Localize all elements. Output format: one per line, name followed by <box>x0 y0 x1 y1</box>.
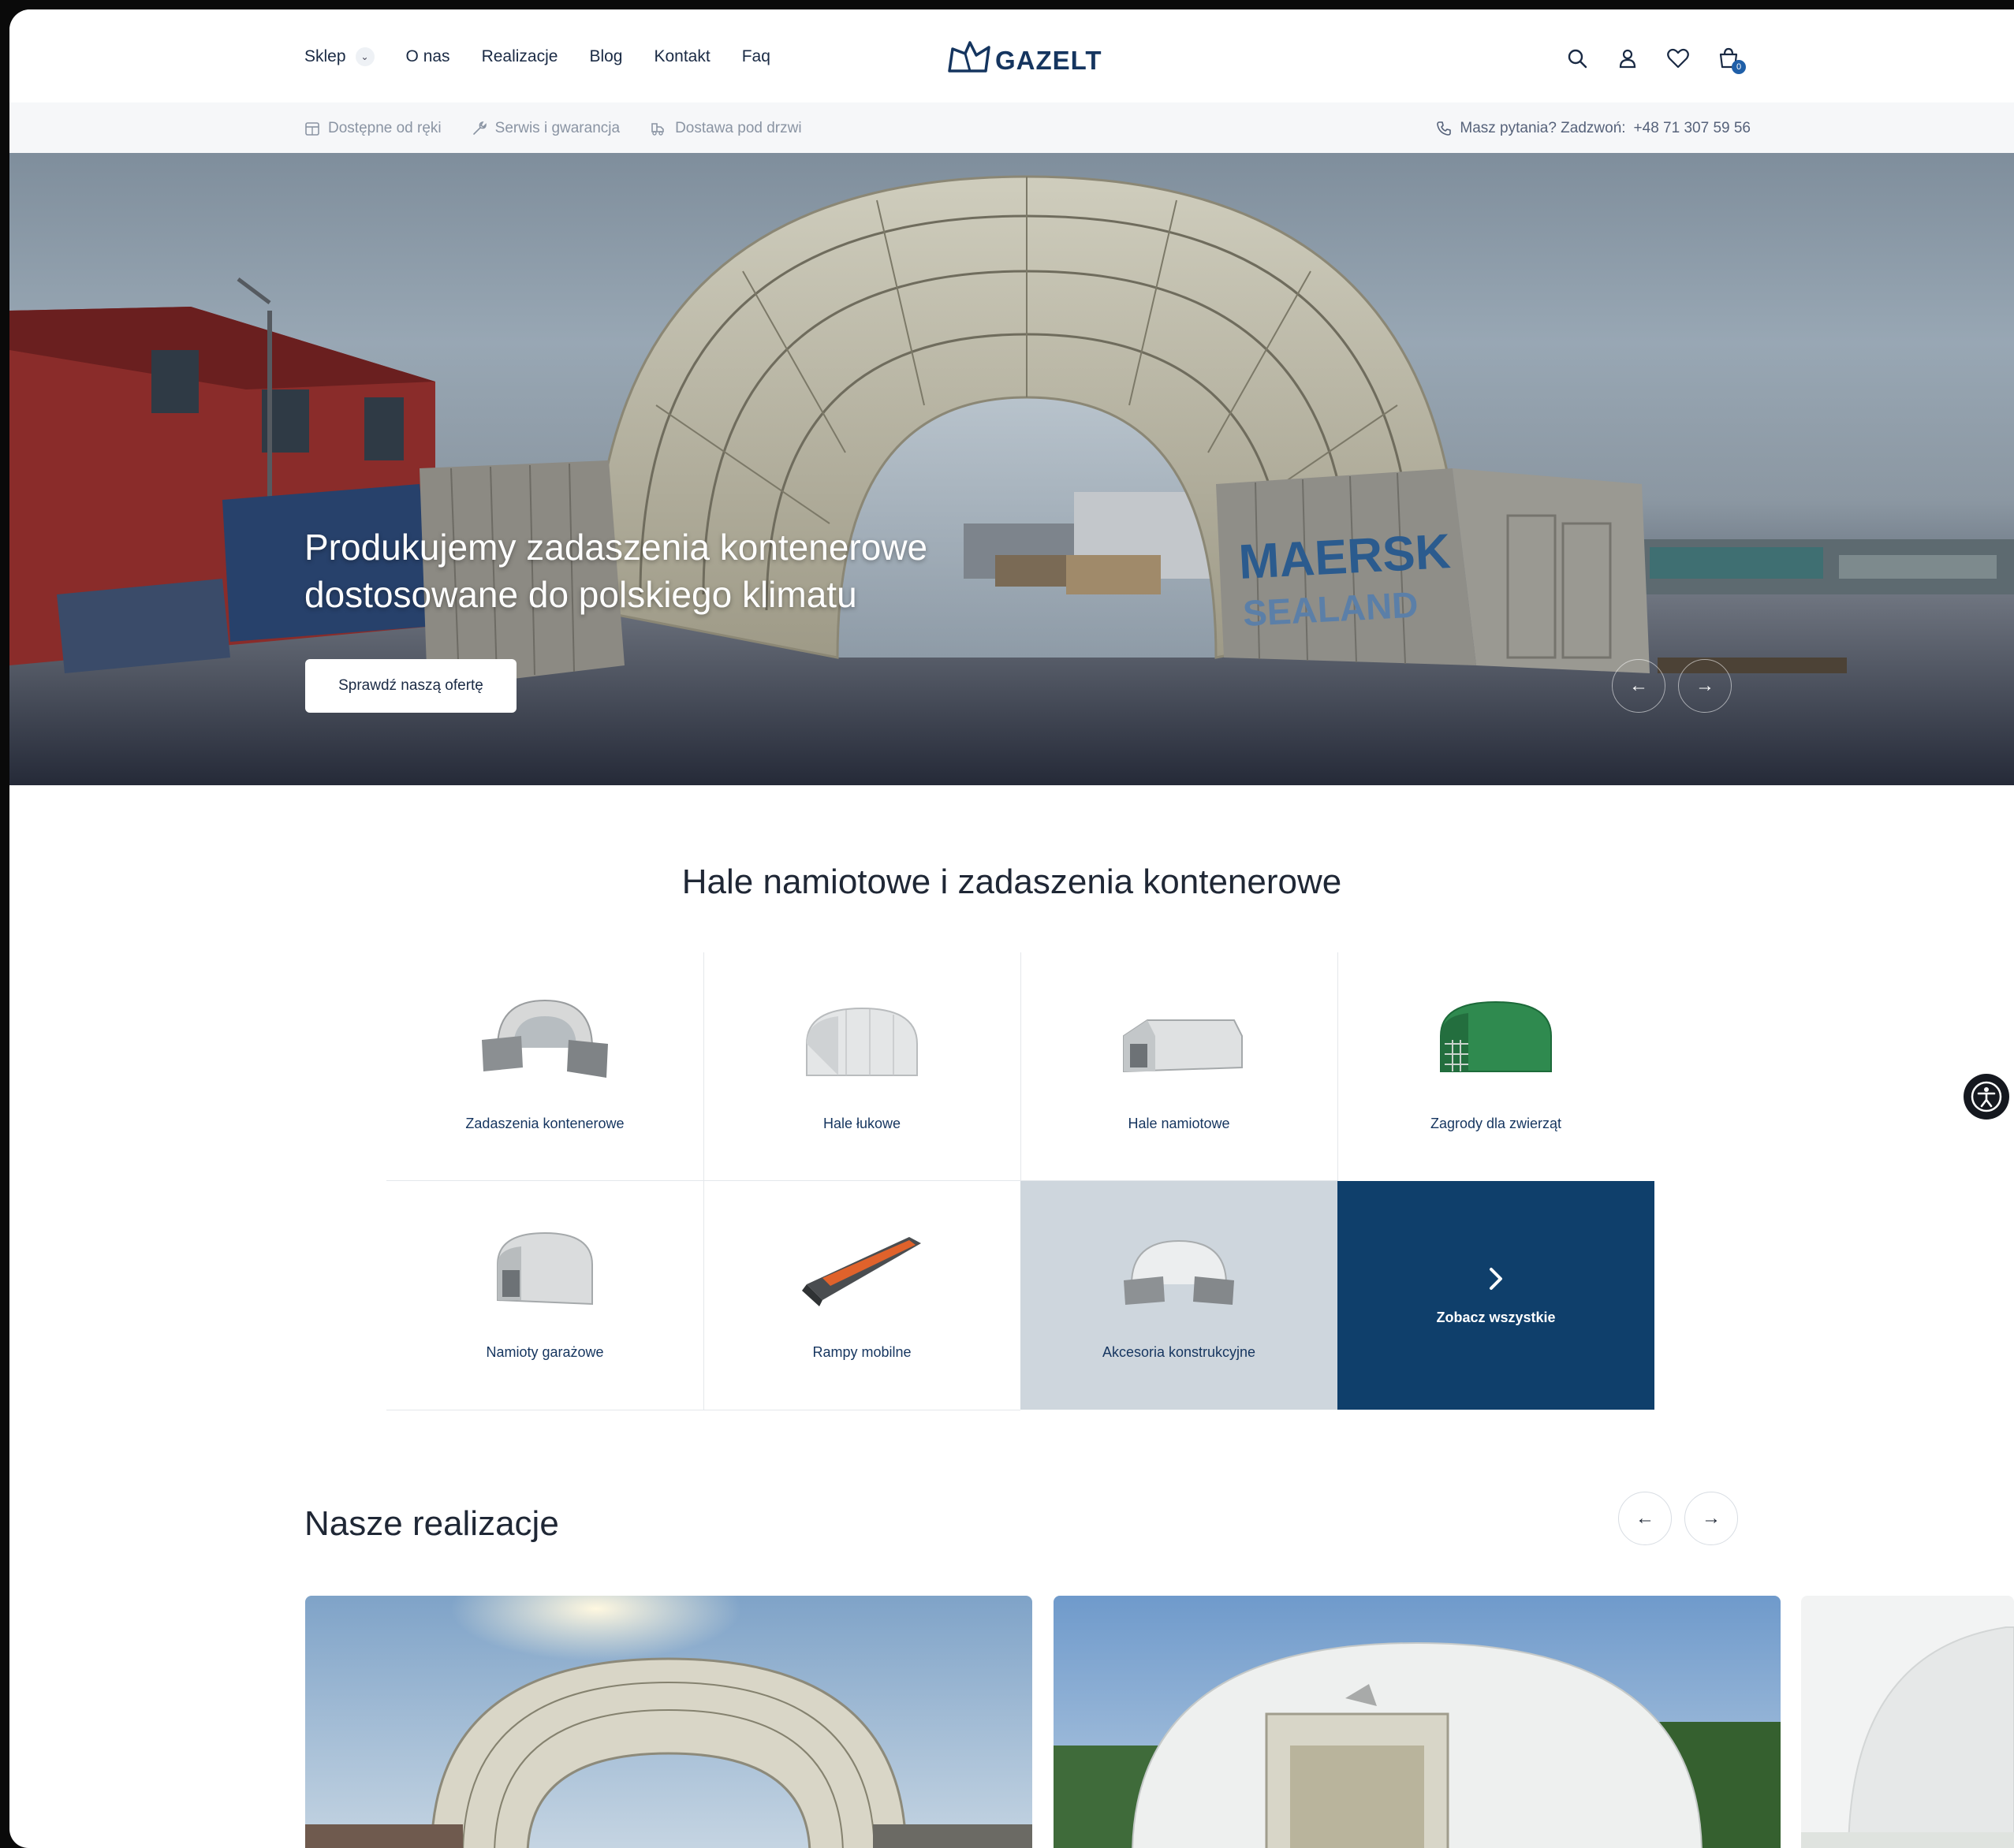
categories-grid: Zadaszenia kontenerowe Hale łukowe Hale … <box>386 952 1654 1413</box>
contact-phone-number[interactable]: +48 71 307 59 56 <box>1634 120 1751 137</box>
heart-icon[interactable] <box>1664 44 1692 73</box>
category-rampy-mobilne[interactable]: Rampy mobilne <box>703 1181 1020 1410</box>
realizacja-card-3[interactable] <box>1801 1596 2014 1848</box>
category-namioty-garazowe[interactable]: Namioty garażowe <box>386 1181 703 1410</box>
accessibility-button[interactable] <box>1964 1074 2009 1120</box>
site-header: Sklep ⌄ O nas Realizacje Blog Kontakt Fa… <box>9 9 2014 102</box>
grid-divider <box>1337 952 1338 1181</box>
usp-delivery: Dostawa pod drzwi <box>650 120 802 137</box>
category-akcesoria-konstrukcyjne[interactable]: Akcesoria konstrukcyjne <box>1020 1181 1337 1410</box>
header-icons: 0 <box>1563 44 1746 74</box>
hero-slider-controls: ← → <box>1612 659 1732 713</box>
usp-available: Dostępne od ręki <box>304 120 442 137</box>
contact-label: Masz pytania? Zadzwoń: <box>1460 120 1626 136</box>
chevron-down-icon[interactable]: ⌄ <box>355 47 375 66</box>
arrow-right-icon: → <box>1695 675 1714 696</box>
nav-kontakt[interactable]: Kontakt <box>654 47 710 66</box>
hero-slider: MAERSK SEALAND Produkujemy zadaszenia ko… <box>9 153 2014 785</box>
category-label: Rampy mobilne <box>812 1344 912 1360</box>
nav-sklep-label: Sklep <box>304 47 346 65</box>
animal-shelter-image <box>1440 1000 1552 1072</box>
grid-divider <box>1020 952 1021 1181</box>
category-hale-namiotowe[interactable]: Hale namiotowe <box>1020 952 1337 1181</box>
grid-divider <box>386 1180 1337 1181</box>
arrow-right-icon: → <box>1702 1507 1721 1529</box>
see-all-label: Zobacz wszystkie <box>1436 1309 1556 1325</box>
category-zadaszenia-kontenerowe[interactable]: Zadaszenia kontenerowe <box>386 952 703 1181</box>
category-label: Zagrody dla zwierząt <box>1430 1116 1562 1131</box>
nav-blog[interactable]: Blog <box>589 47 622 66</box>
contact-phone[interactable]: Masz pytania? Zadzwoń: +48 71 307 59 56 <box>1436 120 1751 137</box>
logo-text: GAZELT <box>995 46 1102 75</box>
truck-icon <box>651 123 664 136</box>
garage-tent-image <box>497 1231 593 1306</box>
cart-icon[interactable]: 0 <box>1714 44 1746 74</box>
chevron-right-icon <box>1490 1267 1502 1290</box>
logo[interactable]: GAZELT <box>946 38 1102 76</box>
search-icon[interactable] <box>1563 44 1591 73</box>
construction-accessories-image <box>1124 1239 1234 1305</box>
usp-available-label: Dostępne od ręki <box>328 120 442 136</box>
category-zagrody-dla-zwierzat[interactable]: Zagrody dla zwierząt <box>1337 952 1654 1181</box>
arrow-left-icon: ← <box>1635 1507 1654 1529</box>
category-label: Zadaszenia kontenerowe <box>465 1116 625 1131</box>
realizacja-card-1[interactable] <box>305 1596 1032 1848</box>
category-label: Hale namiotowe <box>1128 1116 1230 1131</box>
realizacja-card-2[interactable] <box>1054 1596 1781 1848</box>
category-hale-lukowe[interactable]: Hale łukowe <box>703 952 1020 1181</box>
grid-divider <box>703 952 704 1410</box>
realizacja-photo-3 <box>1801 1596 2014 1848</box>
arrow-left-icon: ← <box>1629 675 1648 696</box>
nav-realizacje[interactable]: Realizacje <box>482 47 558 66</box>
hero-title-line-1: Produkujemy zadaszenia kontenerowe <box>304 527 928 568</box>
hero-cta-button[interactable]: Sprawdź naszą ofertę <box>305 659 517 713</box>
category-label: Hale łukowe <box>822 1116 901 1131</box>
accessibility-icon <box>1971 1081 2002 1112</box>
category-label: Namioty garażowe <box>486 1344 604 1360</box>
phone-icon <box>1437 121 1452 136</box>
see-all-categories-button[interactable]: Zobacz wszystkie <box>1337 1181 1654 1410</box>
hero-next-button[interactable]: → <box>1678 659 1732 713</box>
mobile-ramp-image <box>802 1237 921 1306</box>
wrench-icon <box>472 121 487 135</box>
tent-hall-image <box>1123 1019 1243 1073</box>
hero-title-line-2: dostosowane do polskiego klimatu <box>304 574 857 615</box>
usp-delivery-label: Dostawa pod drzwi <box>675 120 802 136</box>
container-brand-text: MAERSK <box>1237 524 1452 590</box>
nav-sklep[interactable]: Sklep ⌄ <box>304 47 375 66</box>
arch-hall-image <box>806 1007 918 1076</box>
realizacje-slider-controls: ← → <box>1618 1492 1738 1545</box>
cart-count-badge: 0 <box>1732 60 1746 74</box>
nav-faq[interactable]: Faq <box>742 47 770 66</box>
main-nav: Sklep ⌄ O nas Realizacje Blog Kontakt Fa… <box>304 47 770 66</box>
realizacje-prev-button[interactable]: ← <box>1618 1492 1672 1545</box>
realizacja-photo-1 <box>305 1596 1032 1848</box>
info-bar: Dostępne od ręki Serwis i gwarancja Dost… <box>9 102 2014 153</box>
logo-mark-icon <box>948 41 990 73</box>
browser-page: Sklep ⌄ O nas Realizacje Blog Kontakt Fa… <box>9 9 2014 1848</box>
realizacje-next-button[interactable]: → <box>1684 1492 1738 1545</box>
usp-list: Dostępne od ręki Serwis i gwarancja Dost… <box>304 120 802 137</box>
calendar-icon <box>305 122 319 136</box>
realizacja-photo-2 <box>1054 1596 1781 1848</box>
usp-service: Serwis i gwarancja <box>472 120 620 137</box>
nav-o-nas[interactable]: O nas <box>406 47 450 66</box>
category-label: Akcesoria konstrukcyjne <box>1102 1344 1256 1360</box>
hero-prev-button[interactable]: ← <box>1612 659 1665 713</box>
container-shelter-image <box>482 999 608 1078</box>
user-icon[interactable] <box>1613 44 1642 73</box>
hero-title: Produkujemy zadaszenia kontenerowe dosto… <box>304 523 1093 618</box>
usp-service-label: Serwis i gwarancja <box>494 120 621 136</box>
categories-title: Hale namiotowe i zadaszenia kontenerowe <box>681 863 1342 901</box>
realizacje-title: Nasze realizacje <box>304 1504 559 1543</box>
